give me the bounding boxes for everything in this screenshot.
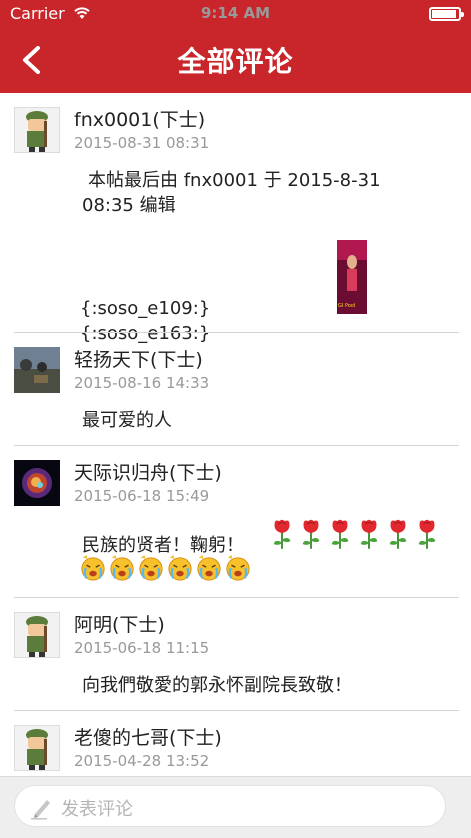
divider bbox=[14, 710, 459, 711]
divider bbox=[14, 445, 459, 446]
comment-compose-bar: 发表评论 bbox=[0, 776, 471, 838]
comment-author[interactable]: 天际识归舟(下士) bbox=[74, 458, 222, 485]
page-title: 全部评论 bbox=[177, 45, 294, 78]
comment-content: 本帖最后由 fnx0001 于 2015-8-31 08:35 编辑 bbox=[82, 170, 381, 216]
nav-bar: Carrier 9:14 AM 全部评论 bbox=[0, 0, 471, 93]
comment-author[interactable]: 阿明(下士) bbox=[74, 610, 165, 637]
avatar-soldier[interactable] bbox=[14, 725, 60, 771]
status-bar: Carrier 9:14 AM bbox=[0, 0, 471, 28]
comment-content-emoji-codes: {:soso_e109:}{:soso_e163:} bbox=[80, 298, 211, 344]
comment-input-placeholder: 发表评论 bbox=[61, 799, 133, 820]
comment-content: 向我們敬愛的郭永怀副院長致敬！ bbox=[82, 675, 352, 696]
crying-face-emoji bbox=[81, 555, 105, 581]
rose-emoji bbox=[302, 519, 320, 549]
avatar-nebula[interactable] bbox=[14, 460, 60, 506]
rose-emoji bbox=[389, 519, 407, 549]
rose-emoji bbox=[273, 519, 291, 549]
rose-emoji-row bbox=[270, 518, 450, 552]
crying-face-emoji bbox=[197, 555, 221, 581]
avatar-soldier[interactable] bbox=[14, 107, 60, 153]
avatar-photo[interactable] bbox=[14, 347, 60, 393]
comment-time: 2015-08-16 14:33 bbox=[74, 374, 210, 392]
rose-emoji bbox=[418, 519, 436, 549]
avatar-soldier[interactable] bbox=[14, 612, 60, 658]
clock: 9:14 AM bbox=[200, 4, 271, 22]
comment-time: 2015-08-31 08:31 bbox=[74, 134, 210, 152]
divider bbox=[14, 332, 459, 333]
comment-time: 2015-06-18 11:15 bbox=[74, 639, 210, 657]
rose-emoji bbox=[360, 519, 378, 549]
crying-face-emoji bbox=[226, 555, 250, 581]
crying-face-emoji bbox=[168, 555, 192, 581]
pencil-icon bbox=[31, 800, 50, 820]
crying-emoji-row bbox=[80, 554, 270, 588]
rose-emoji bbox=[331, 519, 349, 549]
comment-author[interactable]: fnx0001(下士) bbox=[74, 105, 205, 132]
comment-input[interactable]: 发表评论 bbox=[14, 785, 446, 827]
comment-content: 最可爱的人 bbox=[82, 410, 172, 431]
comment-author[interactable]: 老傻的七哥(下士) bbox=[74, 723, 222, 750]
comment-author[interactable]: 轻扬天下(下士) bbox=[74, 345, 203, 372]
comment-time: 2015-04-28 13:52 bbox=[74, 752, 210, 770]
divider bbox=[14, 597, 459, 598]
comment-time: 2015-06-18 15:49 bbox=[74, 487, 210, 505]
comment-image-caption: GI Pool bbox=[338, 303, 356, 309]
crying-face-emoji bbox=[139, 555, 163, 581]
crying-face-emoji bbox=[110, 555, 134, 581]
battery-icon bbox=[429, 7, 464, 21]
